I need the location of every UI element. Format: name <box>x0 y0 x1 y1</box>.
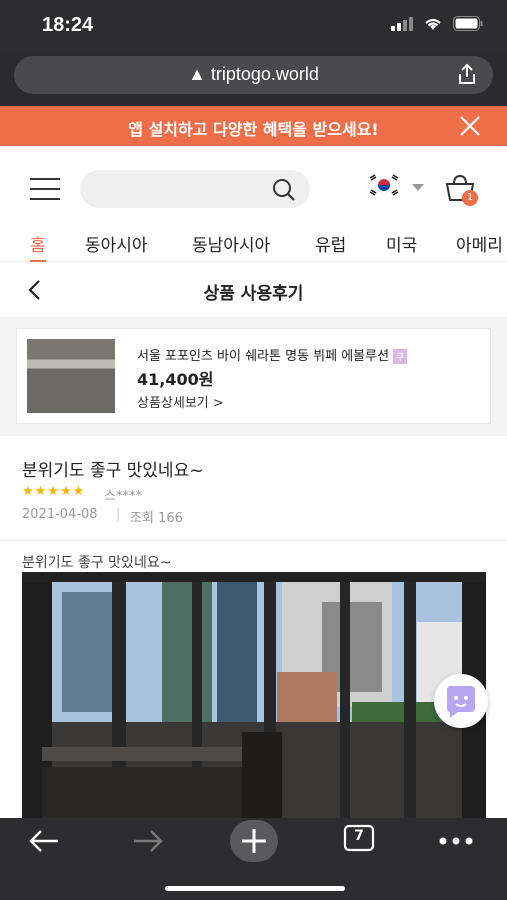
tab-east-asia[interactable]: 동아시아 <box>85 231 148 256</box>
product-name: 서울 포포인츠 바이 쉐라톤 명동 뷔페 에볼루션 쿠 <box>137 345 408 364</box>
search-icon[interactable] <box>272 178 296 202</box>
review-header: 분위기도 좋구 맛있네요~ ★★★★★ 스**** 2021-04-08 | 조… <box>0 436 507 541</box>
product-price: 41,400원 <box>137 370 214 389</box>
cart-count-badge: 1 <box>462 190 478 206</box>
cart-button[interactable]: 1 <box>444 174 478 206</box>
product-detail-link[interactable]: 상품상세보기 > <box>137 392 224 411</box>
address-bar[interactable]: ▲ triptogo.world <box>14 56 493 94</box>
product-name-text: 서울 포포인츠 바이 쉐라톤 명동 뷔페 에볼루션 <box>137 349 390 364</box>
review-title: 분위기도 좋구 맛있네요~ <box>22 461 204 481</box>
menu-icon[interactable] <box>30 178 60 200</box>
url-text: ▲ triptogo.world <box>188 64 319 84</box>
status-bar: 18:24 <box>0 0 507 52</box>
tabs-button[interactable]: 7 <box>343 824 375 852</box>
wifi-icon <box>425 18 441 30</box>
more-options-icon[interactable] <box>438 836 474 846</box>
product-section: 서울 포포인츠 바이 쉐라톤 명동 뷔페 에볼루션 쿠 41,400원 상품상세보… <box>0 318 507 436</box>
tab-count: 7 <box>354 828 364 844</box>
share-icon[interactable] <box>457 63 477 85</box>
web-page: 1 홈 동아시아 동남아시아 유럽 미국 아메리 상품 사용후기 서울 포포인츠… <box>0 146 507 818</box>
back-arrow-icon[interactable] <box>26 826 62 856</box>
product-card[interactable]: 서울 포포인츠 바이 쉐라톤 명동 뷔페 에볼루션 쿠 41,400원 상품상세보… <box>16 328 491 424</box>
site-header: 1 <box>0 146 507 230</box>
app-install-banner[interactable]: 앱 설치하고 다양한 혜택을 받으세요! <box>0 106 507 146</box>
chat-button[interactable] <box>434 674 488 728</box>
tab-southeast-asia[interactable]: 동남아시아 <box>192 231 270 256</box>
subheader: 상품 사용후기 <box>0 262 507 318</box>
category-nav: 홈 동아시아 동남아시아 유럽 미국 아메리 <box>0 230 507 262</box>
battery-icon <box>453 16 483 31</box>
new-tab-icon[interactable] <box>230 820 278 862</box>
review-date: 2021-04-08 <box>22 507 98 522</box>
close-icon[interactable] <box>459 115 481 137</box>
divider: | <box>116 507 121 522</box>
review-author: 스**** <box>104 489 142 504</box>
chevron-down-icon[interactable] <box>412 184 424 191</box>
restaurant-view-image <box>22 572 486 818</box>
tab-europe[interactable]: 유럽 <box>315 231 346 256</box>
cellular-signal-icon <box>391 16 413 31</box>
chrome-gap <box>0 98 507 106</box>
review-body: 분위기도 좋구 맛있네요~ <box>22 555 172 571</box>
korea-flag-icon[interactable] <box>367 173 401 197</box>
tab-americas[interactable]: 아메리 <box>456 231 503 256</box>
page-title: 상품 사용후기 <box>203 284 304 304</box>
status-time: 18:24 <box>42 14 94 36</box>
banner-text: 앱 설치하고 다양한 혜택을 받으세요! <box>128 120 379 139</box>
home-indicator <box>165 886 345 891</box>
review-photo <box>22 572 486 818</box>
star-rating: ★★★★★ <box>22 484 86 499</box>
forward-arrow-icon[interactable] <box>130 826 166 856</box>
tab-usa[interactable]: 미국 <box>386 231 417 256</box>
view-count: 조회 166 <box>130 511 183 526</box>
status-icons <box>391 16 483 31</box>
coupon-badge: 쿠 <box>393 349 408 364</box>
search-input[interactable] <box>80 170 310 208</box>
tab-home[interactable]: 홈 <box>30 231 46 262</box>
chat-bot-icon <box>447 686 475 718</box>
product-thumbnail <box>27 339 115 413</box>
